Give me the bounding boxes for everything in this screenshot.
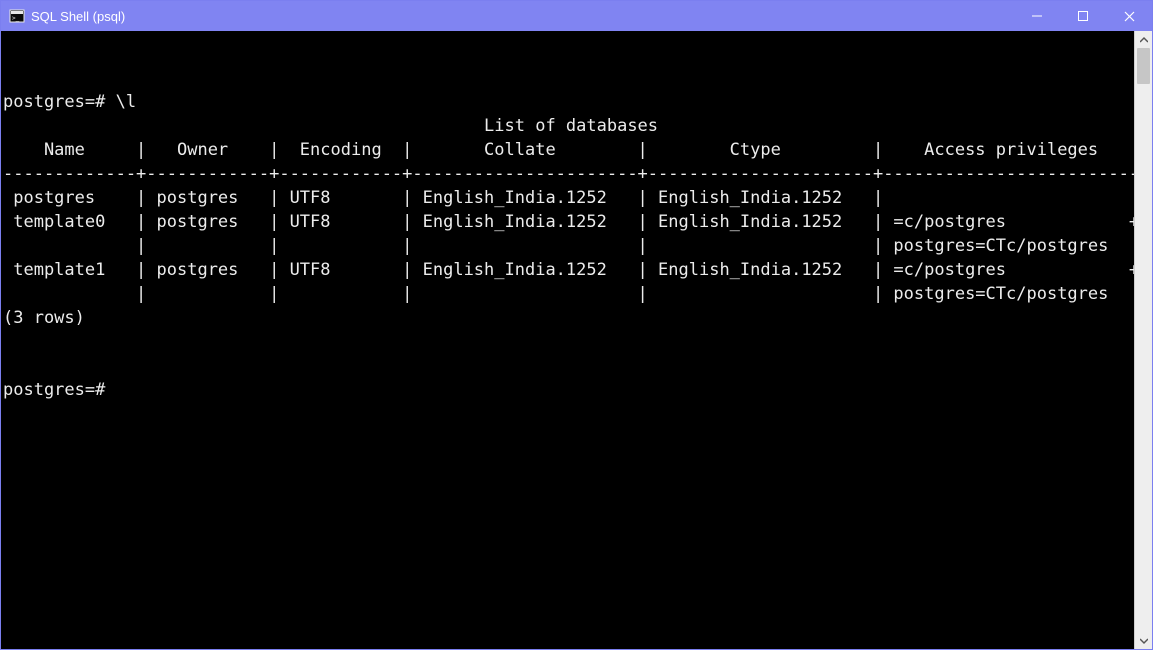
window-title: SQL Shell (psql) (31, 9, 1014, 24)
scroll-down-button[interactable] (1135, 632, 1152, 649)
window-controls (1014, 1, 1152, 31)
minimize-button[interactable] (1014, 1, 1060, 31)
scroll-track[interactable] (1135, 48, 1152, 632)
app-window: >_ SQL Shell (psql) postgres=# \l (0, 0, 1153, 650)
vertical-scrollbar[interactable] (1134, 31, 1152, 649)
terminal-area[interactable]: postgres=# \l List of databases Name | O… (1, 31, 1134, 649)
scroll-thumb[interactable] (1137, 48, 1150, 84)
terminal-output: postgres=# \l List of databases Name | O… (3, 66, 1132, 402)
scroll-up-button[interactable] (1135, 31, 1152, 48)
titlebar[interactable]: >_ SQL Shell (psql) (1, 1, 1152, 31)
maximize-button[interactable] (1060, 1, 1106, 31)
svg-text:>_: >_ (12, 15, 20, 22)
app-icon: >_ (9, 8, 25, 24)
close-button[interactable] (1106, 1, 1152, 31)
client-area: postgres=# \l List of databases Name | O… (1, 31, 1152, 649)
